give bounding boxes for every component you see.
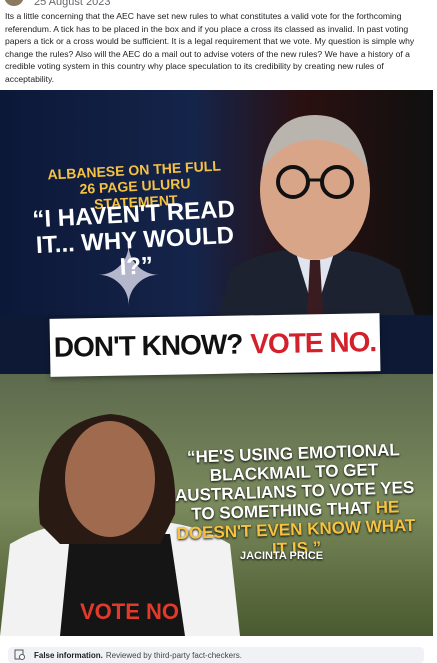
post-date[interactable]: 25 August 2023 bbox=[34, 0, 110, 8]
albanese-quote: “I HAVEN'T READ IT... WHY WOULD I?” bbox=[31, 195, 236, 281]
post-image[interactable]: ✦ ALBANESE ON THE FULL 26 PAGE ULURU STA… bbox=[0, 90, 433, 636]
fact-check-label: False information. bbox=[34, 650, 103, 660]
shirt-text: VOTE NO bbox=[80, 599, 179, 624]
fact-check-detail: Reviewed by third-party fact-checkers. bbox=[105, 650, 242, 660]
post-header: 25 August 2023 bbox=[0, 0, 437, 8]
avatar[interactable] bbox=[4, 0, 24, 6]
vote-no-banner: DON'T KNOW? VOTE NO. bbox=[49, 313, 381, 377]
quote-attribution: JACINTA PRICE bbox=[240, 550, 324, 562]
price-panel: VOTE NO “HE'S USING EMOTIONAL BLACKMAIL … bbox=[0, 374, 433, 636]
albanese-panel: ✦ ALBANESE ON THE FULL 26 PAGE ULURU STA… bbox=[0, 90, 433, 321]
fact-check-notice[interactable]: False information. Reviewed by third-par… bbox=[8, 647, 424, 663]
fact-check-icon bbox=[14, 649, 25, 660]
post-text: Its a little concerning that the AEC hav… bbox=[5, 11, 415, 84]
price-quote: “HE'S USING EMOTIONAL BLACKMAIL TO GET A… bbox=[174, 440, 416, 559]
